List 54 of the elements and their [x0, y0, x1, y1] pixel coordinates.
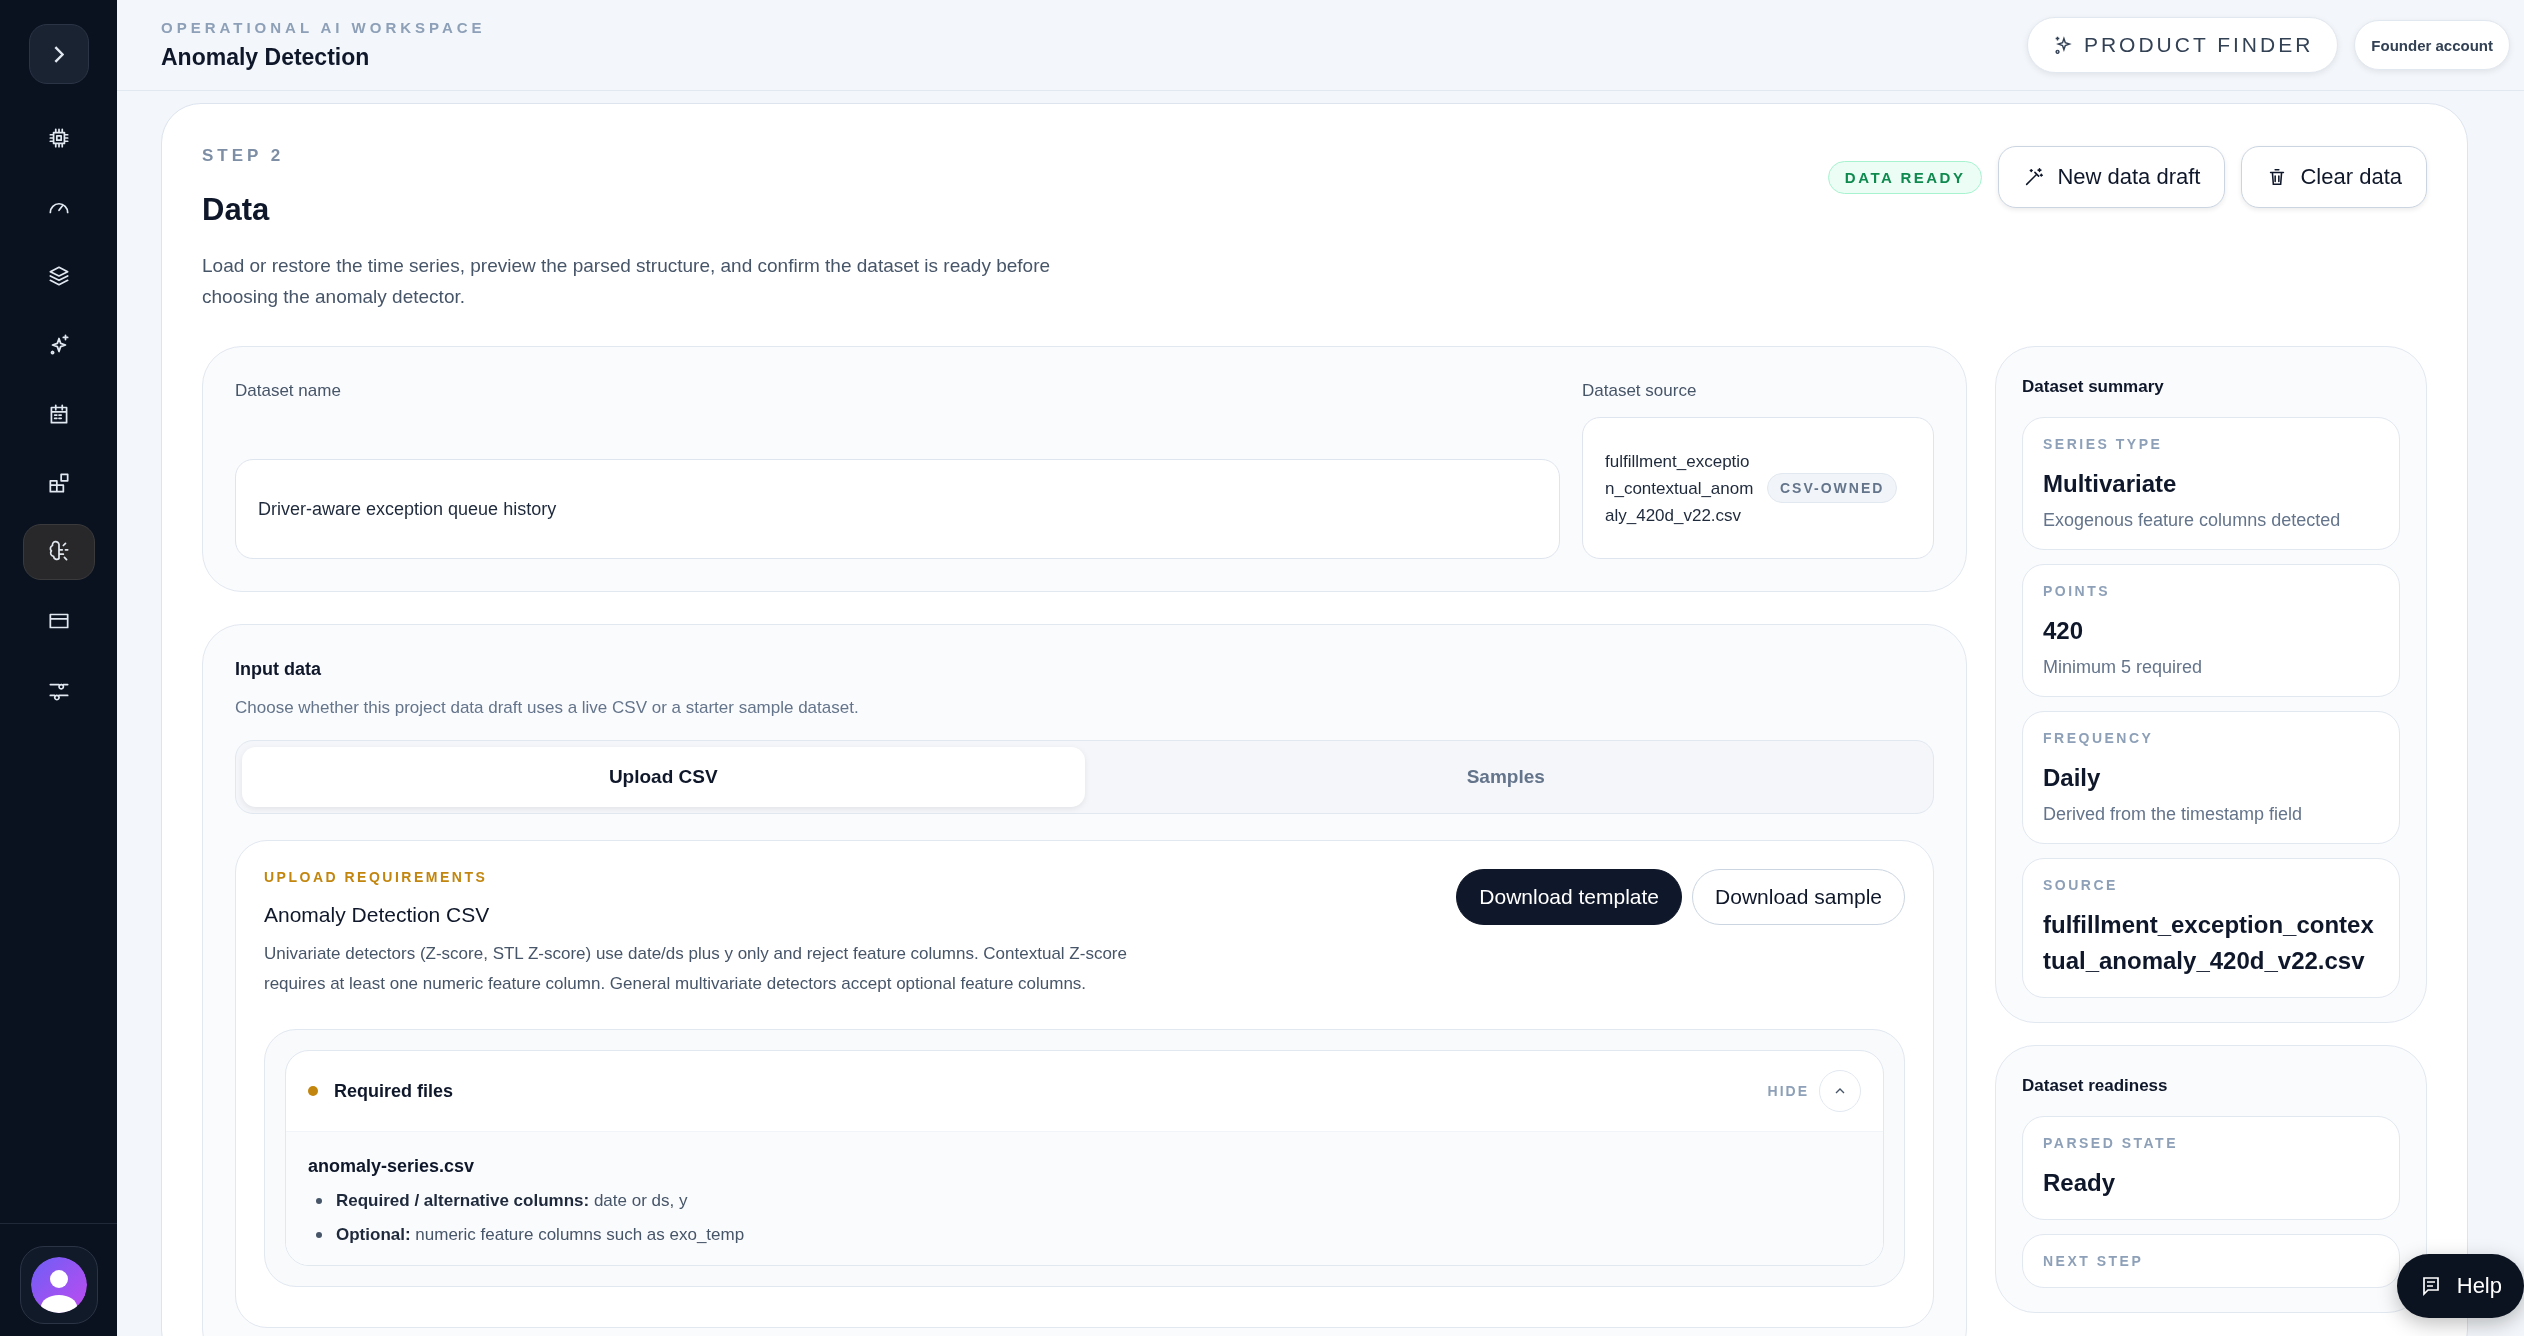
stat-note: Derived from the timestamp field	[2043, 804, 2304, 825]
field-label: Dataset source	[1582, 381, 1698, 401]
stat-value: fulfillment_exception_contextual_anomaly_420d_v22.csv	[2043, 910, 2375, 976]
stat-value: Multivariate	[2043, 469, 2178, 499]
page-title: Anomaly Detection	[161, 44, 371, 71]
step-label: STEP 2	[202, 146, 286, 166]
tab[interactable]: Upload CSV	[242, 747, 1085, 807]
stat-value: 420	[2043, 616, 2085, 646]
new-draft-button[interactable]: New data draft	[1998, 146, 2226, 208]
workspace-label: OPERATIONAL AI WORKSPACE	[161, 19, 486, 36]
stat-note: Minimum 5 required	[2043, 657, 2204, 678]
chevron-right-icon	[53, 45, 64, 63]
source-badge: CSV-OWNED	[1767, 473, 1898, 503]
column-requirement: Required / alternative columns: date or ds, y	[336, 1191, 688, 1211]
bullet-icon	[316, 1232, 322, 1238]
section-description: Choose whether this project data draft uses a live CSV or a starter sample dataset.	[235, 698, 860, 718]
account-button[interactable]: Founder account	[2354, 20, 2510, 70]
column-requirement: Optional: numeric feature columns such as exo_temp	[336, 1225, 745, 1245]
step-description: Load or restore the time series, preview the parsed structure, and confirm the dataset is ready before choosing the anomaly detector.	[202, 254, 1052, 309]
clear-data-button[interactable]: Clear data	[2241, 146, 2427, 208]
source-file-name: fulfillment_exception_contextual_anomaly_420d_v22.csv	[1605, 450, 1755, 527]
panel-title: Dataset summary	[2022, 377, 2165, 397]
stat-label: POINTS	[2043, 583, 2112, 599]
help-button[interactable]: Help	[2396, 1254, 2524, 1318]
status-dot-icon	[308, 1086, 318, 1096]
stat-label: SERIES TYPE	[2043, 436, 2164, 452]
stat-label: PARSED STATE	[2043, 1135, 2179, 1151]
stat-note: Exogenous feature columns detected	[2043, 510, 2342, 531]
requirements-label: UPLOAD REQUIREMENTS	[264, 869, 489, 885]
nav-item[interactable]	[22, 524, 95, 580]
profile-button[interactable]	[19, 1246, 98, 1324]
avatar-icon	[30, 1257, 87, 1313]
magic-wand-icon	[2023, 166, 2046, 188]
tab[interactable]: Samples	[1084, 747, 1927, 807]
stat-label: SOURCE	[2043, 877, 2119, 893]
stat-value: Ready	[2043, 1168, 2117, 1198]
stat-label: NEXT STEP	[2043, 1253, 2145, 1269]
required-files-title: Required files	[334, 1080, 455, 1102]
panel-title: Dataset readiness	[2022, 1076, 2169, 1096]
requirements-description: Univariate detectors (Z-score, STL Z-score) use date/ds plus y only and reject feature columns. Contextual Z-score requires at least one numeric feature column. General multivariate detectors accept optional feature columns.	[264, 943, 1128, 995]
field-label: Dataset name	[235, 381, 342, 401]
section-title: Input data	[235, 659, 322, 680]
file-name: anomaly-series.csv	[308, 1156, 476, 1177]
hide-label: HIDE	[1767, 1083, 1809, 1099]
step-title: Data	[202, 192, 271, 228]
download-template-button[interactable]: Download template	[1456, 869, 1683, 925]
status-badge: DATA READY	[1827, 160, 1983, 194]
product-finder-button[interactable]: PRODUCT FINDER	[2026, 17, 2339, 73]
requirements-title: Anomaly Detection CSV	[264, 903, 491, 927]
bullet-icon	[316, 1198, 322, 1204]
download-sample-button[interactable]: Download sample	[1692, 869, 1905, 925]
stat-value: Daily	[2043, 763, 2102, 793]
stat-label: FREQUENCY	[2043, 730, 2155, 746]
dataset-name-field[interactable]: Driver-aware exception queue history	[235, 459, 1560, 559]
